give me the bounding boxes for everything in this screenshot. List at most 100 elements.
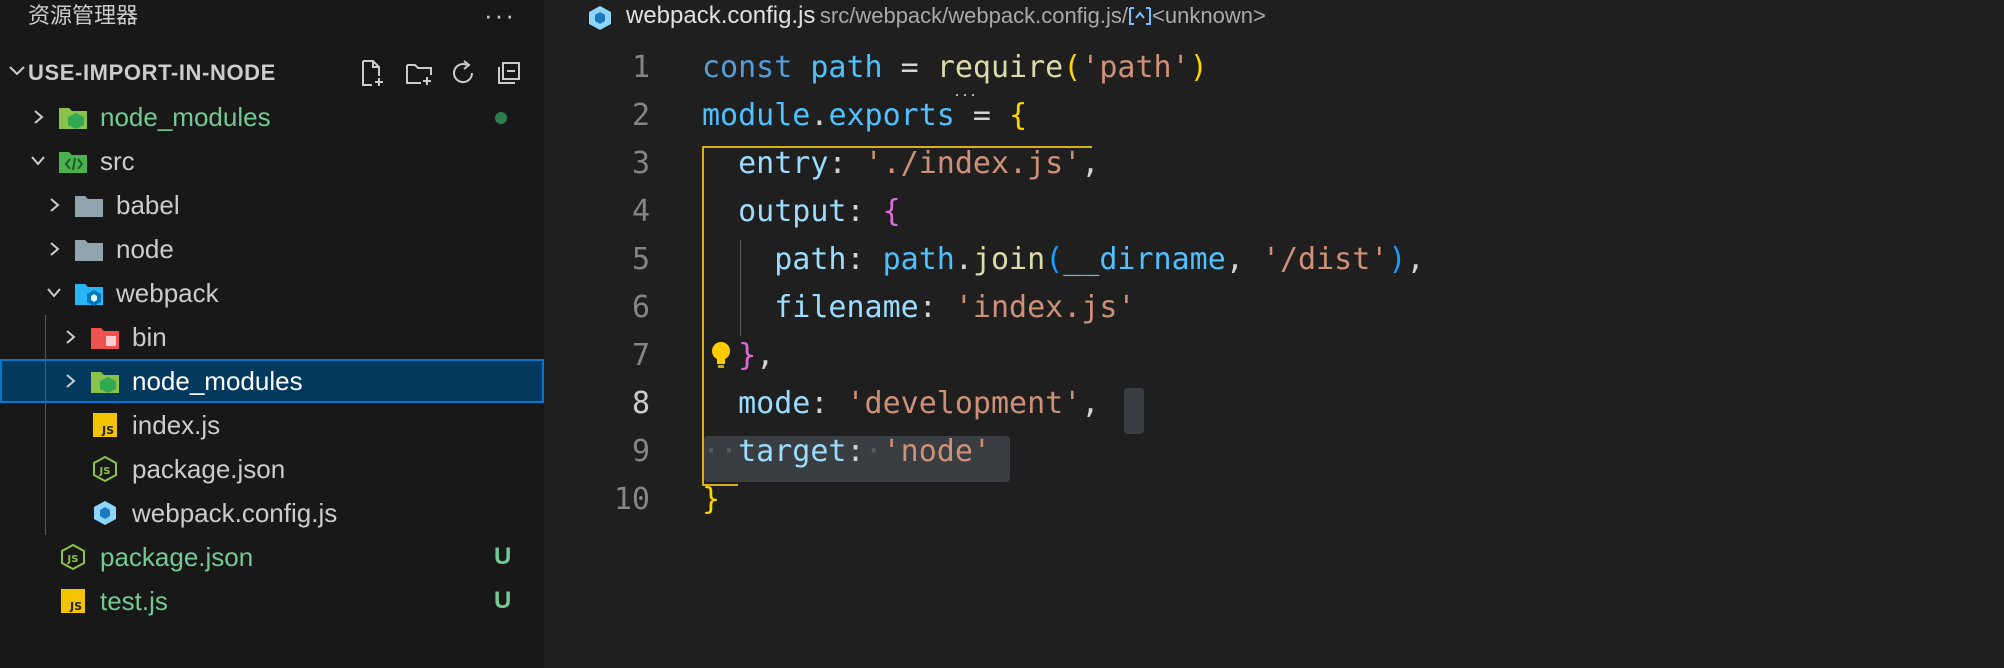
code-line[interactable]: entry: './index.js', [702,146,1099,181]
chevron-down-icon[interactable] [30,153,46,169]
code-token: path [882,242,955,277]
code-token: ( [1063,50,1082,85]
code-token: , [1081,146,1100,181]
code-token: 'index.js' [954,290,1136,325]
chevron-right-icon[interactable] [30,109,46,125]
tree-item-label: babel [116,190,180,220]
workspace-folder-name: USE-IMPORT-IN-NODE [28,60,276,85]
breadcrumb-file[interactable]: webpack.config.js [626,2,815,29]
workspace-folder-header[interactable]: USE-IMPORT-IN-NODE [0,52,544,92]
code-token: } [738,338,757,373]
code-token: , [1081,386,1100,421]
code-token: ) [1388,242,1407,277]
more-actions-icon[interactable]: ··· [484,0,516,30]
code-line[interactable]: const path = require('path') [702,50,1208,85]
code-token: , [1406,242,1425,277]
code-line[interactable]: path: path.join(__dirname, '/dist'), [702,242,1425,277]
chevron-down-icon [9,66,25,76]
code-token: . [810,98,829,133]
nodejs-file-icon: JS [58,543,88,571]
collapse-all-icon[interactable] [494,58,524,88]
code-token: target [738,434,847,469]
svg-text:JS: JS [101,424,114,437]
tree-item[interactable]: webpack [0,271,544,315]
tree-item[interactable]: node_modules [0,359,544,403]
chevron-right-icon[interactable] [46,197,62,213]
code-token: ) [1189,50,1208,85]
tree-item-label: bin [132,322,167,352]
code-token: mode [738,386,811,421]
node-modules-folder-icon [58,104,88,130]
webpack-file-icon [90,500,120,526]
new-file-icon[interactable] [356,58,386,88]
tree-item[interactable]: node_modules [0,95,544,139]
code-token: path [774,242,847,277]
tree-item-label: src [100,146,135,176]
code-token: : [810,386,847,421]
line-number: 4 [631,194,650,229]
tree-indent-guide [45,315,46,535]
code-line[interactable]: } [702,482,720,517]
code-token: filename [774,290,919,325]
refresh-icon[interactable] [448,58,478,88]
breadcrumb-symbol[interactable]: <unknown> [1152,3,1266,28]
tree-item[interactable]: JS package.json U [0,535,544,579]
git-untracked-badge: U [494,543,512,570]
chevron-right-icon[interactable] [46,241,62,257]
line-number: 1 [631,50,650,85]
tree-item[interactable]: JS test.js U [0,579,544,623]
cursor-position [1124,388,1144,434]
tree-item-label: webpack.config.js [132,498,338,528]
code-line[interactable]: filename: 'index.js' [702,290,1136,325]
code-token: output [738,194,847,229]
chevron-right-icon[interactable] [62,373,78,389]
svg-text:JS: JS [69,600,82,613]
tree-item[interactable]: webpack.config.js [0,491,544,535]
line-number: 7 [631,338,650,373]
code-line[interactable]: module.exports = { [702,98,1027,133]
code-token: '/dist' [1261,242,1389,277]
code-token: join [972,242,1046,277]
code-token: : [918,290,955,325]
code-token: exports [828,98,955,133]
tree-item[interactable]: babel [0,183,544,227]
explorer-title: 资源管理器 [28,3,139,28]
tree-item[interactable]: JS package.json [0,447,544,491]
line-number: 6 [631,290,650,325]
chevron-right-icon[interactable] [62,329,78,345]
js-file-icon: JS [90,412,120,438]
tree-item[interactable]: node [0,227,544,271]
folder-icon [74,236,104,262]
code-token: : [846,242,883,277]
git-status-dot [495,112,507,124]
code-token: 'development' [846,386,1082,421]
chevron-down-icon[interactable] [46,285,62,301]
tree-item-label: package.json [132,454,286,484]
code-token: 'path' [1081,50,1190,85]
tree-item-label: index.js [132,410,221,440]
node-modules-folder-icon [90,368,120,394]
tree-item-label: node_modules [132,366,303,396]
breadcrumb[interactable]: webpack.config.js src/webpack/webpack.co… [586,0,1266,32]
new-folder-icon[interactable] [404,58,434,88]
tree-item[interactable]: src [0,139,544,183]
breadcrumb-path[interactable]: src/webpack/webpack.config.js/ [820,3,1128,28]
line-number: 8 [631,386,650,421]
line-number: 10 [613,482,650,517]
tree-item[interactable]: JS index.js [0,403,544,447]
tree-item[interactable]: bin [0,315,544,359]
line-number: 9 [631,434,650,469]
code-line[interactable]: output: { [702,194,901,229]
tree-item-label: test.js [100,586,168,616]
code-line[interactable]: mode: 'development', [702,386,1099,421]
code-line[interactable]: ··target:·'node' [702,434,991,469]
code-line[interactable]: }, [702,338,774,373]
code-token: = [954,98,1010,133]
code-token: : [846,434,865,469]
folder-icon [74,192,104,218]
code-token: module [702,98,811,133]
js-file-icon: JS [58,588,88,614]
